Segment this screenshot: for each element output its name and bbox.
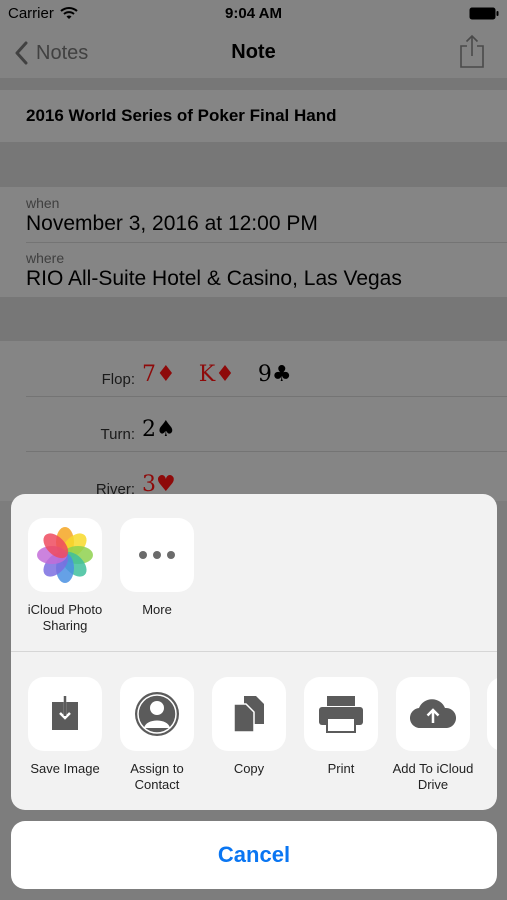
- section-gap: [0, 78, 507, 90]
- action-label: Print: [327, 761, 355, 776]
- share-icon[interactable]: [459, 34, 485, 68]
- divider: [26, 242, 507, 243]
- action-label: Assign to Contact: [130, 761, 184, 792]
- navigation-bar: Notes Note: [0, 28, 507, 78]
- share-sheet: iCloud Photo Sharing More Save Image Ass…: [11, 494, 497, 810]
- status-bar: Carrier 9:04 AM: [0, 0, 507, 28]
- battery-icon: [469, 7, 499, 20]
- flop-card-2: K♦: [198, 362, 235, 387]
- section-gap: [0, 297, 507, 341]
- page-title: Note: [231, 41, 276, 63]
- action-add-to-icloud-drive[interactable]: Add To iCloud Drive: [388, 677, 478, 793]
- icloud-drive-icon: [396, 677, 470, 751]
- turn-row: Turn: 2♠: [0, 411, 507, 461]
- section-gap: [0, 142, 507, 187]
- contact-icon: [120, 677, 194, 751]
- share-app-more[interactable]: More: [112, 518, 202, 618]
- action-label: Copy: [233, 761, 265, 776]
- where-value: RIO All-Suite Hotel & Casino, Las Vegas: [26, 267, 402, 290]
- when-label: when: [26, 195, 60, 211]
- share-sheet-divider: [11, 651, 497, 652]
- share-app-label: iCloud Photo Sharing: [27, 602, 103, 633]
- flop-row: Flop: 7♦ K♦ 9♣: [0, 356, 507, 406]
- cancel-button[interactable]: Cancel: [11, 821, 497, 889]
- save-image-icon: [28, 677, 102, 751]
- action-print[interactable]: Print: [296, 677, 386, 777]
- note-title: 2016 World Series of Poker Final Hand: [26, 106, 337, 125]
- share-app-icloud-photo-sharing[interactable]: iCloud Photo Sharing: [20, 518, 110, 634]
- flop-card-3: 9♣: [257, 362, 292, 387]
- copy-icon: [212, 677, 286, 751]
- action-assign-to-contact[interactable]: Assign to Contact: [112, 677, 202, 793]
- flop-card-1: 7♦: [142, 362, 176, 387]
- where-label: where: [26, 250, 65, 266]
- clock: 9:04 AM: [225, 5, 282, 22]
- action-label: Add To iCloud Drive: [392, 761, 474, 792]
- when-value: November 3, 2016 at 12:00 PM: [26, 212, 318, 235]
- more-icon: [120, 518, 194, 592]
- partial-action-tile[interactable]: [487, 677, 497, 751]
- action-save-image[interactable]: Save Image: [20, 677, 110, 777]
- turn-card: 2♠: [142, 417, 176, 442]
- action-label: Save Image: [30, 761, 100, 776]
- action-copy[interactable]: Copy: [204, 677, 294, 777]
- photos-icon: [28, 518, 102, 592]
- flop-label: Flop:: [101, 371, 135, 388]
- turn-label: Turn:: [100, 426, 135, 443]
- share-app-label: More: [142, 602, 172, 617]
- print-icon: [304, 677, 378, 751]
